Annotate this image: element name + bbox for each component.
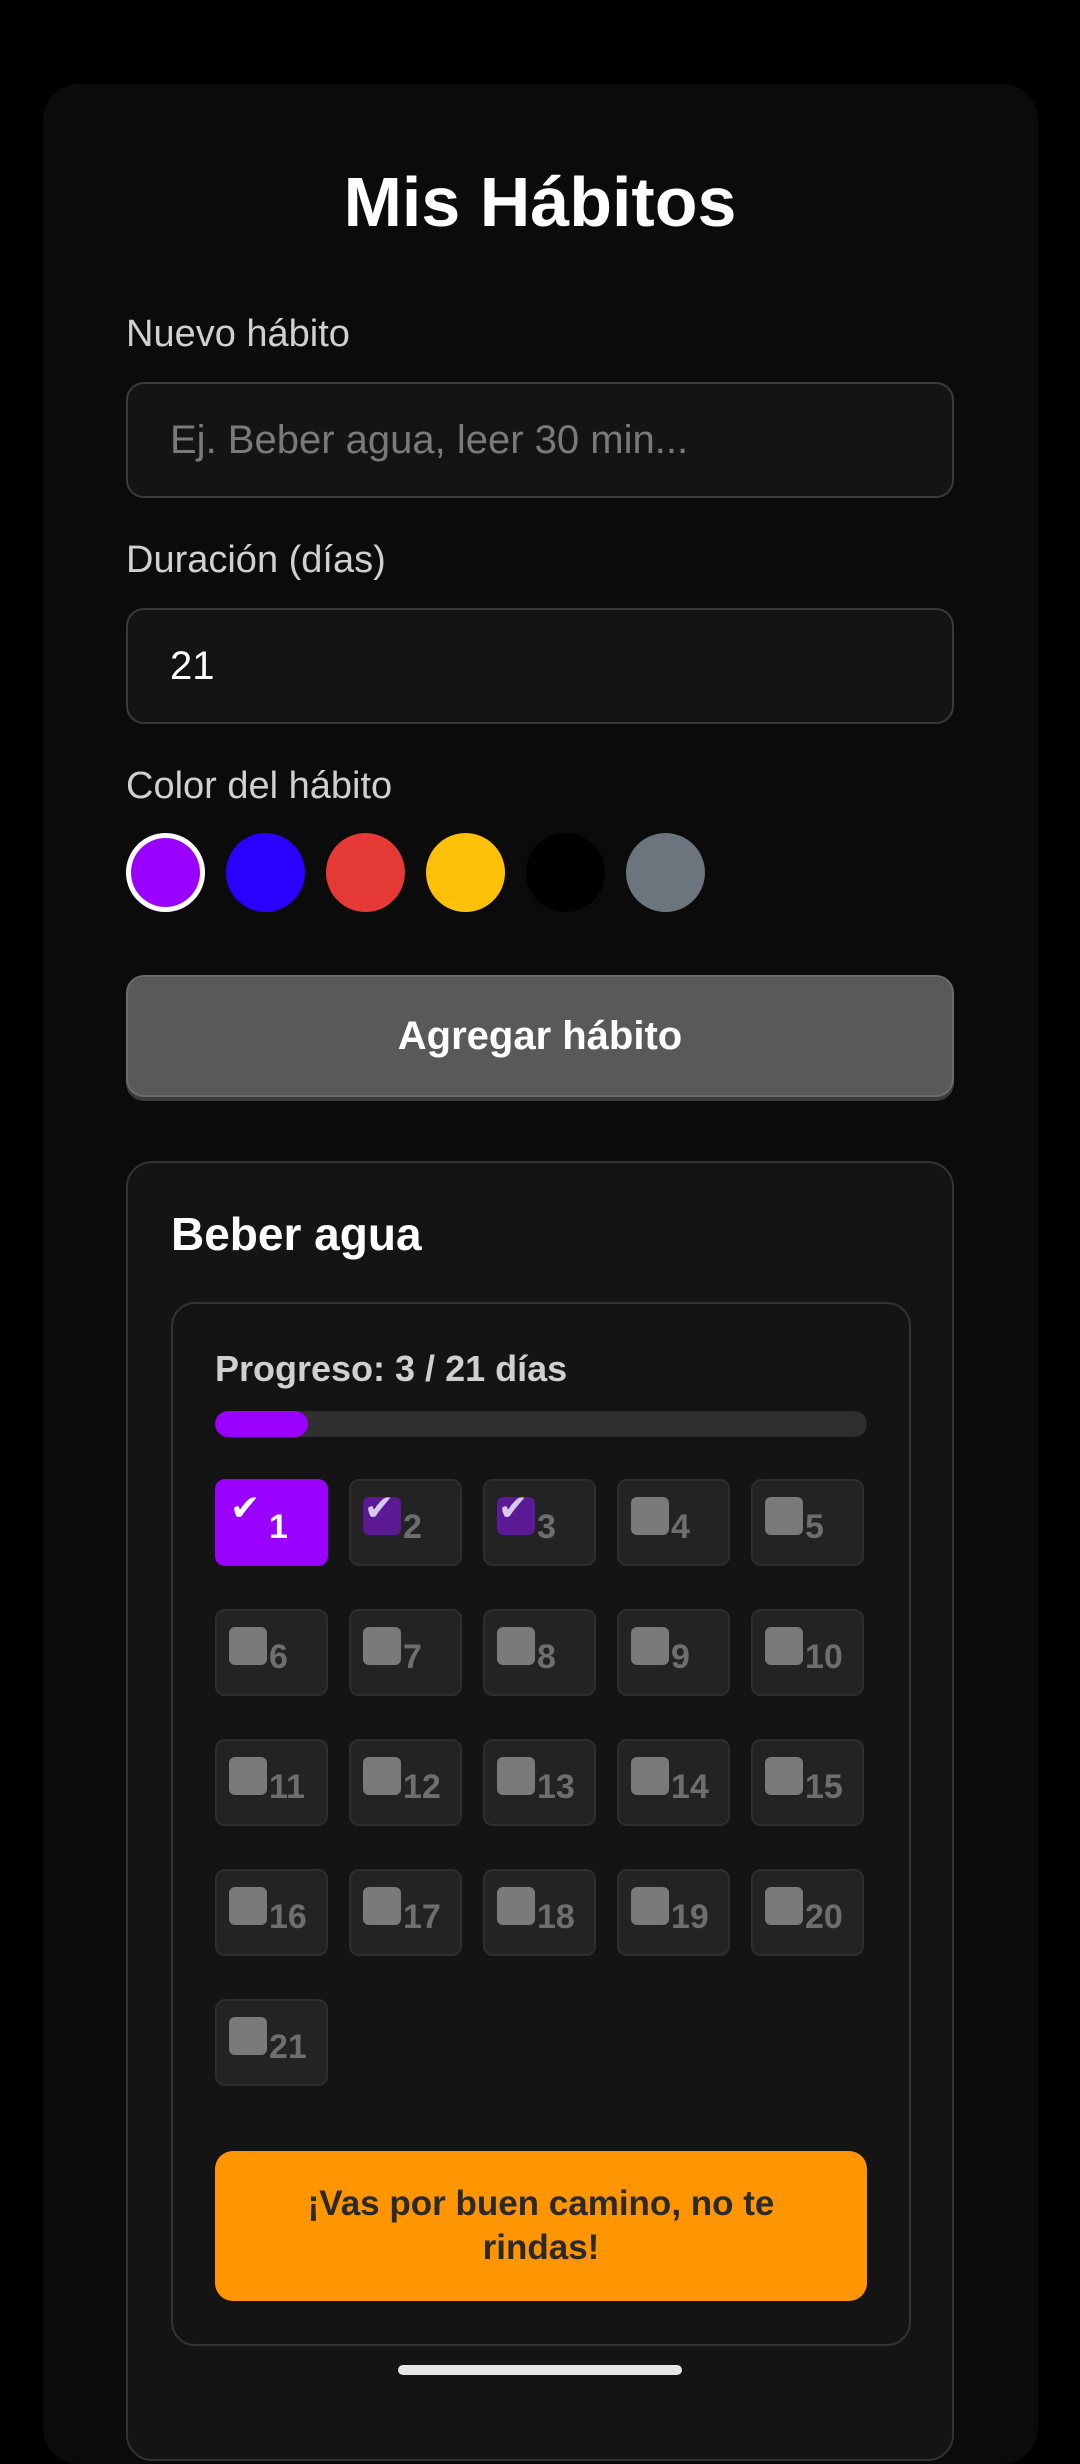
day-cell[interactable]: 4: [617, 1479, 730, 1566]
color-swatch[interactable]: [626, 833, 705, 912]
day-cell[interactable]: 13: [483, 1739, 596, 1826]
day-checkbox[interactable]: [497, 1627, 535, 1665]
habit-name-input[interactable]: [126, 382, 954, 498]
day-checkbox[interactable]: [497, 1887, 535, 1925]
day-checkbox[interactable]: [765, 1627, 803, 1665]
check-icon: ✔: [364, 1487, 395, 1528]
day-number: 15: [805, 1768, 843, 1806]
day-number: 19: [671, 1898, 709, 1936]
day-number: 8: [537, 1638, 556, 1676]
progress-text: Progreso: 3 / 21 días: [215, 1348, 568, 1389]
day-checkbox[interactable]: [229, 2017, 267, 2055]
page-title: Mis Hábitos: [343, 163, 737, 241]
day-checkbox[interactable]: [765, 1497, 803, 1535]
day-cell[interactable]: 18: [483, 1869, 596, 1956]
day-cell[interactable]: 9: [617, 1609, 730, 1696]
day-cell[interactable]: 7: [349, 1609, 462, 1696]
day-cell[interactable]: ✔ 2: [349, 1479, 462, 1566]
day-number: 11: [269, 1768, 305, 1806]
day-number: 6: [269, 1638, 288, 1676]
day-checkbox[interactable]: [765, 1757, 803, 1795]
day-cell[interactable]: 17: [349, 1869, 462, 1956]
day-number: 12: [403, 1768, 441, 1806]
day-checkbox[interactable]: [765, 1887, 803, 1925]
day-cell[interactable]: 20: [751, 1869, 864, 1956]
day-cell[interactable]: ✔ 1: [215, 1479, 328, 1566]
day-checkbox[interactable]: [631, 1497, 669, 1535]
day-number: 21: [269, 2028, 307, 2066]
day-number: 2: [403, 1508, 422, 1546]
day-number: 10: [805, 1638, 843, 1676]
add-habit-button[interactable]: Agregar hábito: [126, 975, 954, 1097]
day-checkbox[interactable]: [229, 1757, 267, 1795]
color-swatch[interactable]: [426, 833, 505, 912]
day-number: 17: [403, 1898, 441, 1936]
progress-bar: [215, 1411, 867, 1437]
day-checkbox[interactable]: [363, 1627, 401, 1665]
check-icon: ✔: [230, 1487, 261, 1528]
home-indicator: [398, 2365, 682, 2375]
day-cell[interactable]: 10: [751, 1609, 864, 1696]
duration-input[interactable]: [126, 608, 954, 724]
day-checkbox[interactable]: [631, 1757, 669, 1795]
day-cell[interactable]: 16: [215, 1869, 328, 1956]
day-cell[interactable]: ✔ 3: [483, 1479, 596, 1566]
motivation-banner: ¡Vas por buen camino, no te rindas!: [215, 2151, 867, 2301]
day-cell[interactable]: 5: [751, 1479, 864, 1566]
day-cell[interactable]: 11: [215, 1739, 328, 1826]
color-label: Color del hábito: [126, 765, 393, 807]
day-number: 18: [537, 1898, 575, 1936]
color-swatch[interactable]: [226, 833, 305, 912]
color-swatch[interactable]: [126, 833, 205, 912]
day-number: 16: [269, 1898, 307, 1936]
day-checkbox[interactable]: [631, 1627, 669, 1665]
day-cell[interactable]: 6: [215, 1609, 328, 1696]
day-cell[interactable]: 19: [617, 1869, 730, 1956]
habit-card: Beber agua Progreso: 3 / 21 días ✔ 1 ✔ 2 ✔ 3 4…: [126, 1161, 954, 2461]
progress-panel: Progreso: 3 / 21 días ✔ 1 ✔ 2 ✔ 3 4 5 6 7 8 9 10 11 12…: [171, 1302, 911, 2346]
day-number: 1: [269, 1508, 288, 1546]
color-swatch[interactable]: [326, 833, 405, 912]
day-cell[interactable]: 21: [215, 1999, 328, 2086]
day-checkbox[interactable]: [229, 1627, 267, 1665]
day-checkbox[interactable]: [229, 1887, 267, 1925]
color-swatch[interactable]: [526, 833, 605, 912]
check-icon: ✔: [498, 1487, 529, 1528]
habit-name: Beber agua: [171, 1208, 422, 1260]
duration-label: Duración (días): [126, 539, 386, 581]
day-number: 20: [805, 1898, 843, 1936]
habit-name-label: Nuevo hábito: [126, 313, 350, 355]
progress-fill: [215, 1411, 309, 1437]
day-checkbox[interactable]: [631, 1887, 669, 1925]
day-checkbox[interactable]: [363, 1757, 401, 1795]
day-checkbox[interactable]: [497, 1757, 535, 1795]
day-number: 5: [805, 1508, 824, 1546]
day-cell[interactable]: 14: [617, 1739, 730, 1826]
day-number: 13: [537, 1768, 575, 1806]
day-cell[interactable]: 12: [349, 1739, 462, 1826]
day-number: 4: [671, 1508, 690, 1546]
day-number: 9: [671, 1638, 690, 1676]
day-cell[interactable]: 8: [483, 1609, 596, 1696]
day-number: 7: [403, 1638, 422, 1676]
day-checkbox[interactable]: [363, 1887, 401, 1925]
day-number: 14: [671, 1768, 709, 1806]
day-number: 3: [537, 1508, 556, 1546]
day-cell[interactable]: 15: [751, 1739, 864, 1826]
color-picker: [126, 833, 705, 912]
